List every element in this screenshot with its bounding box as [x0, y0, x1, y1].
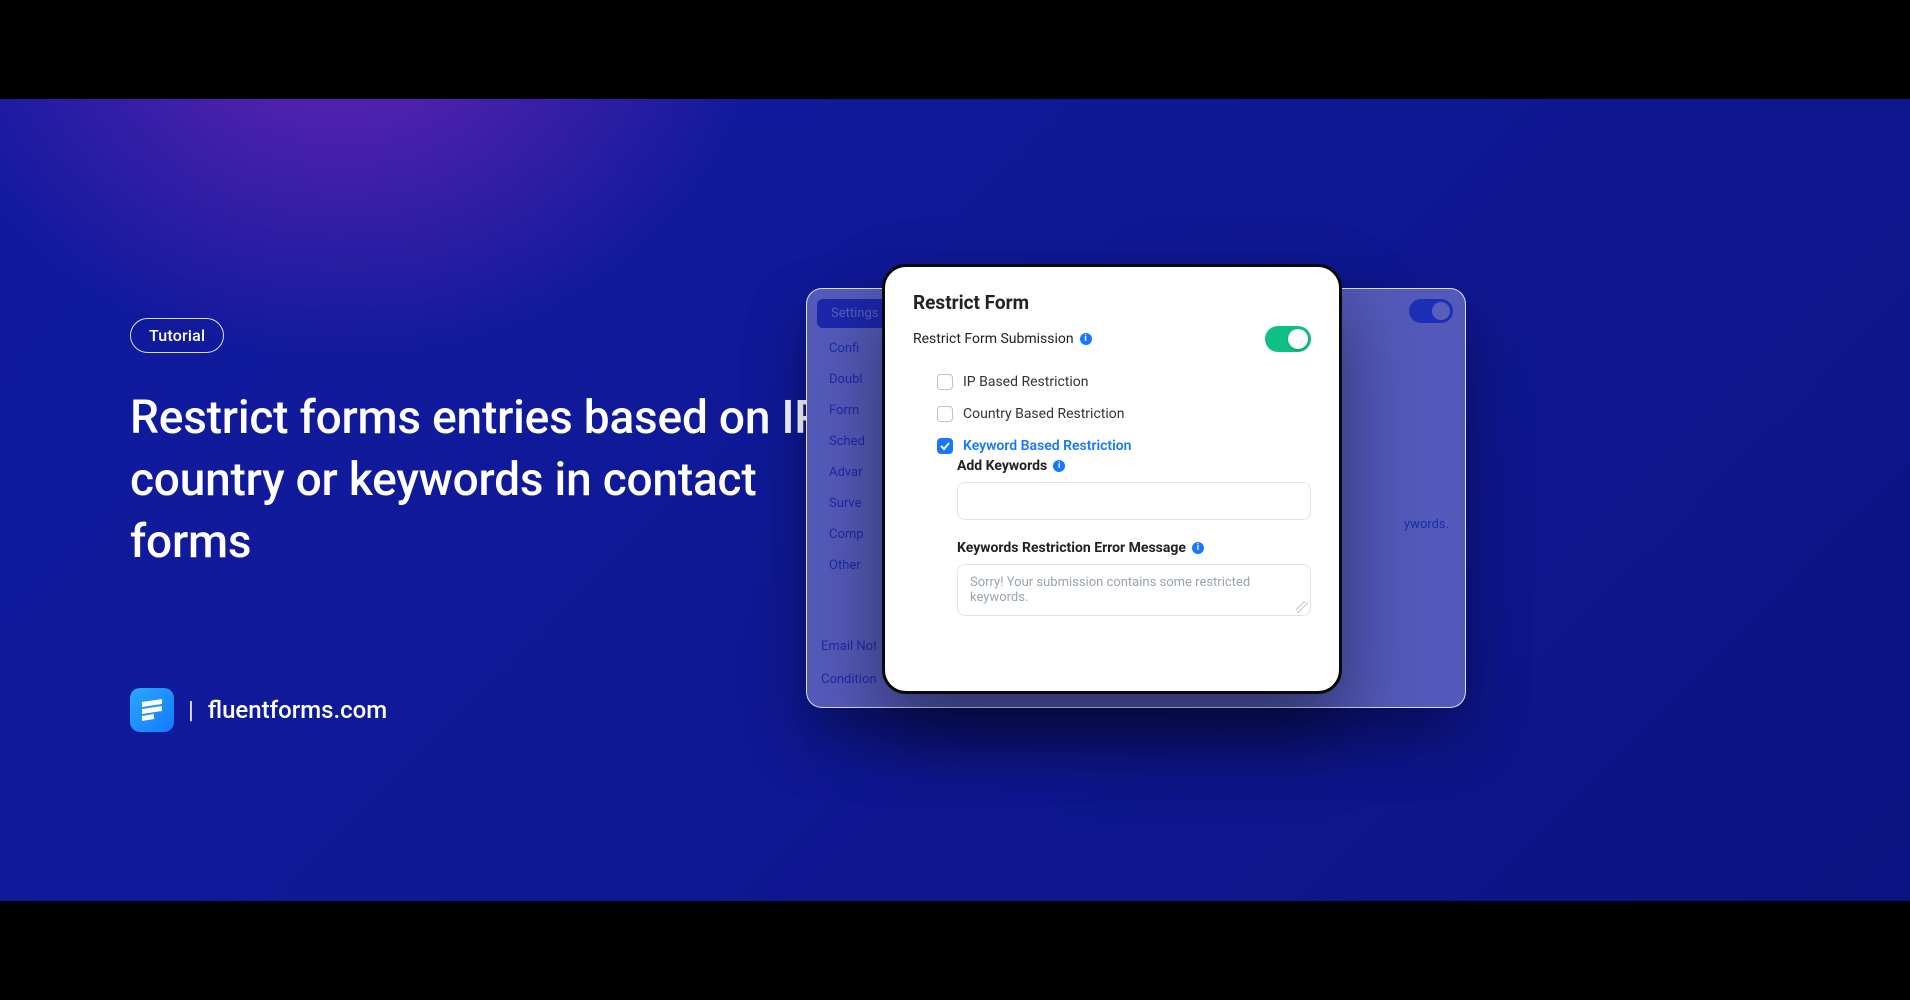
sidebar-item[interactable]: Sched: [829, 434, 865, 449]
keyword-config: Add Keywords i Keywords Restriction Erro…: [913, 458, 1311, 616]
letterbox-top: [0, 0, 1910, 99]
checkbox-keyword-restriction[interactable]: Keyword Based Restriction: [937, 438, 1311, 454]
sidebar-item[interactable]: Form: [829, 403, 865, 418]
sidebar-item[interactable]: Advar: [829, 465, 865, 480]
checkbox-country-restriction[interactable]: Country Based Restriction: [937, 406, 1311, 422]
headline: Restrict forms entries based on IP, coun…: [130, 387, 830, 573]
keywords-input[interactable]: [957, 482, 1311, 520]
card-title: Restrict Form: [913, 291, 1311, 314]
brand-text: fluentforms.com: [208, 696, 387, 724]
checkbox-ip-restriction[interactable]: IP Based Restriction: [937, 374, 1311, 390]
backdrop-note: ywords.: [1404, 517, 1449, 532]
hero-graphic: Tutorial Restrict forms entries based on…: [0, 0, 1910, 1000]
backdrop-toggle[interactable]: [1409, 299, 1453, 323]
brand: | fluentforms.com: [130, 688, 387, 732]
settings-sidebar-list: Confi Doubl Form Sched Advar Surve Comp …: [829, 341, 865, 573]
brand-separator: |: [188, 696, 194, 724]
info-icon[interactable]: i: [1192, 542, 1204, 554]
checkbox-label: IP Based Restriction: [963, 374, 1089, 390]
checkbox-icon: [937, 406, 953, 422]
brand-logo-icon: [130, 688, 174, 732]
category-badge: Tutorial: [130, 318, 224, 353]
error-message-textarea[interactable]: Sorry! Your submission contains some res…: [957, 564, 1311, 616]
toggle-label: Restrict Form Submission i: [913, 331, 1092, 347]
restriction-options: IP Based Restriction Country Based Restr…: [913, 374, 1311, 454]
sidebar-item[interactable]: Email Not: [821, 639, 876, 654]
restrict-toggle[interactable]: [1265, 326, 1311, 352]
restrict-form-card: Restrict Form Restrict Form Submission i…: [882, 264, 1342, 694]
screenshot-stack: Settings Confi Doubl Form Sched Advar Su…: [806, 288, 1466, 728]
info-icon[interactable]: i: [1080, 333, 1092, 345]
left-content: Tutorial Restrict forms entries based on…: [130, 318, 830, 573]
sidebar-item[interactable]: Confi: [829, 341, 865, 356]
sidebar-item[interactable]: Comp: [829, 527, 865, 542]
sidebar-item[interactable]: Doubl: [829, 372, 865, 387]
info-icon[interactable]: i: [1053, 460, 1065, 472]
textarea-placeholder: Sorry! Your submission contains some res…: [970, 575, 1250, 605]
checkbox-icon: [937, 374, 953, 390]
letterbox-bottom: [0, 901, 1910, 1000]
checkbox-label: Keyword Based Restriction: [963, 438, 1132, 454]
sidebar-item[interactable]: Other: [829, 558, 865, 573]
resize-handle-icon[interactable]: [1296, 601, 1308, 613]
checkbox-label: Country Based Restriction: [963, 406, 1124, 422]
toggle-label-text: Restrict Form Submission: [913, 331, 1074, 347]
settings-sidebar-bottom: Email Not Condition: [821, 639, 876, 687]
error-message-label: Keywords Restriction Error Message i: [957, 540, 1311, 556]
checkbox-icon: [937, 438, 953, 454]
add-keywords-label: Add Keywords i: [957, 458, 1311, 474]
sidebar-item[interactable]: Surve: [829, 496, 865, 511]
sidebar-item[interactable]: Condition: [821, 672, 876, 687]
